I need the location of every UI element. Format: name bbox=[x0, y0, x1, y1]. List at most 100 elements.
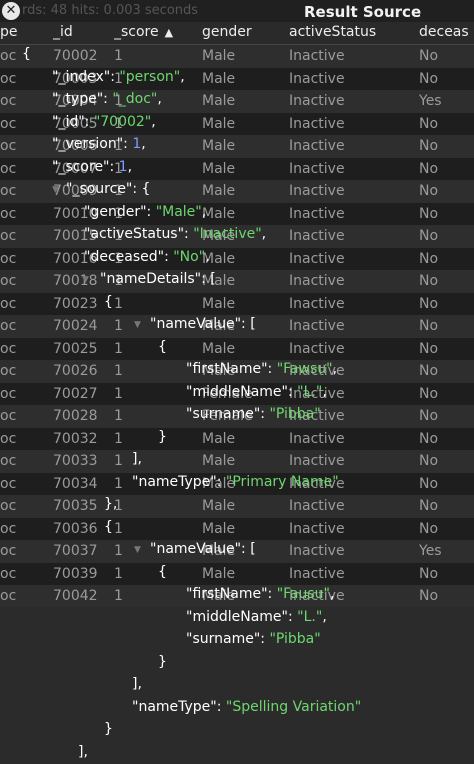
json-string: "L." bbox=[297, 383, 323, 400]
cell-activestatus: Inactive bbox=[289, 70, 345, 87]
cell-id: 70027 bbox=[53, 385, 98, 402]
panel-title: Result Source bbox=[304, 3, 422, 21]
json-token: "_score" bbox=[52, 158, 110, 175]
json-line: { bbox=[104, 294, 113, 314]
cell-activestatus: Inactive bbox=[289, 565, 345, 582]
json-string: "L." bbox=[297, 608, 323, 625]
json-line: "middleName": "L.", bbox=[186, 609, 327, 629]
cell-id: 70032 bbox=[53, 430, 98, 447]
json-string: "Pibba" bbox=[269, 406, 321, 422]
table-row[interactable]: oc 70010 1 Male Inactive No bbox=[0, 202, 474, 225]
cell-activestatus: Inactive bbox=[289, 160, 345, 177]
cell-gender: Male bbox=[202, 160, 236, 177]
cell-deceased: No bbox=[419, 498, 439, 514]
table-row[interactable]: oc 70016 1 Male Inactive No bbox=[0, 247, 474, 270]
cell-score: 1 bbox=[114, 430, 123, 447]
json-number: 1 bbox=[118, 158, 128, 175]
json-string: "Primary Name" bbox=[225, 473, 339, 490]
cell-deceased: No bbox=[419, 160, 439, 177]
json-token: : bbox=[260, 631, 270, 647]
json-line: { bbox=[158, 564, 167, 584]
column-header-score-label: _score bbox=[114, 24, 159, 40]
cell-type: oc bbox=[0, 588, 17, 604]
table-row[interactable]: oc 70035 1 Male Inactive No bbox=[0, 495, 474, 518]
json-string: "No" bbox=[173, 248, 206, 265]
cell-deceased: No bbox=[419, 295, 439, 312]
cell-deceased: No bbox=[419, 115, 439, 132]
table-row[interactable]: oc 70025 1 Male Inactive No bbox=[0, 337, 474, 360]
json-line: } bbox=[158, 654, 167, 674]
cell-score: 1 bbox=[114, 48, 123, 64]
cell-gender: Male bbox=[202, 340, 236, 357]
json-token: , bbox=[127, 158, 133, 175]
cell-activestatus: Inactive bbox=[289, 340, 345, 357]
collapse-toggle-icon[interactable]: ▼ bbox=[134, 545, 141, 555]
cell-activestatus: Inactive bbox=[289, 498, 345, 514]
cell-id: 70042 bbox=[53, 588, 98, 604]
json-token: , bbox=[201, 203, 207, 220]
cell-gender: Male bbox=[202, 48, 236, 64]
json-line: "deceased": "No", bbox=[84, 249, 210, 269]
cell-deceased: No bbox=[419, 385, 439, 402]
json-token: } bbox=[158, 428, 167, 445]
column-header-id[interactable]: _id bbox=[53, 24, 109, 40]
json-token: , bbox=[261, 226, 267, 242]
sort-ascending-icon: ▲ bbox=[164, 26, 174, 39]
cell-activestatus: Inactive bbox=[289, 273, 345, 289]
json-line: "activeStatus": "Inactive", bbox=[84, 226, 266, 246]
column-header-score[interactable]: _score ▲ bbox=[114, 24, 198, 40]
table-row[interactable]: oc 70033 1 Male Inactive No bbox=[0, 450, 474, 473]
table-row[interactable]: oc 70002 1 Male Inactive No bbox=[0, 45, 474, 68]
column-header-type[interactable]: pe bbox=[0, 24, 44, 40]
cell-type: oc bbox=[0, 498, 17, 514]
cell-deceased: No bbox=[419, 250, 439, 267]
collapse-toggle-icon[interactable]: ▼ bbox=[52, 185, 59, 195]
column-header-activestatus[interactable]: activeStatus bbox=[289, 24, 414, 40]
json-line: "_id": "70002", bbox=[52, 114, 156, 134]
json-line: "firstName": "Fausu", bbox=[186, 586, 334, 606]
cell-gender: Male bbox=[202, 295, 236, 312]
json-string: "Fawsu" bbox=[276, 361, 333, 377]
collapse-toggle-icon[interactable]: ▼ bbox=[82, 275, 89, 285]
close-icon[interactable]: ✕ bbox=[2, 2, 20, 20]
json-line: }, bbox=[104, 496, 117, 516]
cell-deceased: Yes bbox=[419, 543, 442, 559]
json-token: ], bbox=[132, 676, 142, 692]
cell-gender: Male bbox=[202, 250, 236, 267]
json-line: "nameDetails": [ bbox=[100, 271, 216, 291]
json-token: "_index" bbox=[52, 68, 111, 85]
json-token: "gender" bbox=[84, 203, 147, 220]
cell-activestatus: Inactive bbox=[289, 138, 345, 154]
table-row[interactable]: oc 70018 1 Male Inactive No bbox=[0, 270, 474, 293]
json-string: "person" bbox=[119, 68, 181, 85]
json-token: : bbox=[103, 91, 113, 107]
table-row[interactable]: oc 70036 1 Male Inactive No bbox=[0, 517, 474, 540]
cell-score: 1 bbox=[114, 520, 123, 537]
cell-score: 1 bbox=[114, 340, 123, 357]
cell-id: 70026 bbox=[53, 363, 98, 379]
table-row[interactable]: oc 70032 1 Male Inactive No bbox=[0, 427, 474, 450]
cell-type: oc bbox=[0, 363, 17, 379]
json-token: , bbox=[329, 586, 335, 602]
cell-activestatus: Inactive bbox=[289, 318, 345, 334]
cell-deceased: No bbox=[419, 70, 439, 87]
column-header-gender[interactable]: gender bbox=[202, 24, 282, 40]
json-token: "_version" bbox=[52, 136, 124, 152]
json-token: , bbox=[141, 136, 146, 152]
json-token: , bbox=[157, 91, 162, 107]
json-token: : [ bbox=[241, 541, 256, 557]
column-header-deceased[interactable]: deceas bbox=[419, 24, 474, 40]
top-bar: ✕ rds: 48 hits: 0.003 seconds Result Sou… bbox=[0, 0, 474, 22]
json-token: "_source" bbox=[66, 181, 133, 197]
json-token: "nameType" bbox=[132, 698, 217, 715]
collapse-toggle-icon[interactable]: ▼ bbox=[134, 320, 141, 330]
json-token: { bbox=[158, 338, 167, 355]
table-row[interactable]: oc 70023 1 Male Inactive No bbox=[0, 292, 474, 315]
cell-deceased: No bbox=[419, 183, 439, 199]
table-row[interactable]: oc 70039 1 Male Inactive No bbox=[0, 562, 474, 585]
json-token: : bbox=[288, 608, 298, 625]
cell-activestatus: Inactive bbox=[289, 115, 345, 132]
json-token: : bbox=[109, 158, 119, 175]
json-string: "Pibba" bbox=[269, 631, 321, 647]
cell-gender: Male bbox=[202, 115, 236, 132]
